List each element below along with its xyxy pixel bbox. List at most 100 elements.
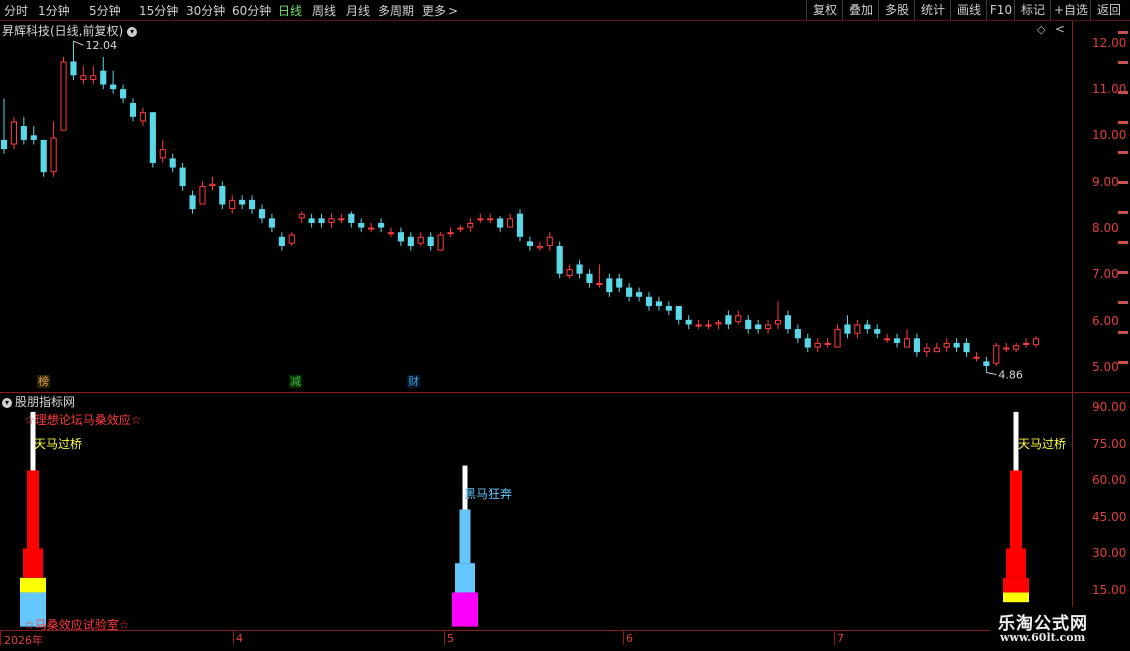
tab-5min[interactable]: 5分钟 [89,2,121,19]
candle-body [397,232,404,242]
candle [894,333,901,348]
tab-multi-period[interactable]: 多周期 [378,2,414,19]
tab-1min[interactable]: 1分钟 [38,2,70,19]
signal-bar [459,509,471,564]
f10-button[interactable]: F10 [986,0,1015,20]
candle-body [645,296,653,307]
candle [844,315,851,339]
candle-body [487,218,494,221]
candle [50,121,57,177]
candle [784,310,791,334]
candle [239,195,246,210]
candle [328,213,335,228]
candle-body [536,246,543,249]
candle [715,319,722,330]
candle-body [497,218,504,228]
candle [526,236,533,251]
candle-body [715,322,722,325]
candle [745,315,752,334]
candle [298,211,305,223]
candle [655,296,662,311]
candle [278,232,285,251]
high-pointer [73,40,84,46]
candle [834,324,841,348]
candle [268,213,275,233]
candle-body [546,236,553,247]
candle [626,282,633,302]
back-button[interactable]: 返回 [1090,0,1127,20]
marker-jian[interactable]: 减 [289,375,302,388]
fuquan-button[interactable]: 复权 [806,0,843,20]
candle-body [0,139,8,150]
candle [90,66,97,85]
candle-body [655,301,662,307]
candle [40,139,47,177]
candle-body [457,227,464,230]
candle-body [973,356,980,359]
candle [120,84,127,103]
candle [516,209,524,242]
draw-line-button[interactable]: 画线 [950,0,987,20]
tab-60min[interactable]: 60分钟 [232,2,271,19]
candle [755,319,762,334]
candle [586,269,593,288]
signal-bar [1003,577,1029,593]
tab-daily[interactable]: 日线 [278,2,302,19]
candle [159,139,166,163]
candle-body [437,234,444,251]
candle-body [804,338,811,348]
kline-panel[interactable]: 昇辉科技(日线,前复权) ▾ ◇ < 12.04 4.86 榜 减 财 [0,21,1130,393]
statistics-button[interactable]: 统计 [914,0,951,20]
candle [1032,336,1040,348]
candle [1013,342,1020,353]
candle-body [90,75,97,80]
candle [249,195,256,214]
multi-stock-button[interactable]: 多股 [878,0,915,20]
signal-bar [20,577,46,593]
marker-cai[interactable]: 财 [407,375,420,388]
tab-monthly[interactable]: 月线 [346,2,370,19]
candle-body [1032,338,1040,346]
candle-body [348,213,355,223]
marker-bang[interactable]: 榜 [37,375,50,388]
tab-more[interactable]: 更多 > [422,2,458,19]
tab-weekly[interactable]: 周线 [312,2,336,19]
candle [129,98,137,122]
candle [725,310,732,330]
candle-body [755,324,762,330]
mark-button[interactable]: 标记 [1014,0,1051,20]
candle [497,216,504,233]
candle-body [358,222,365,228]
candle [100,56,107,90]
candle [933,342,940,353]
price-tick: 7.00 [1092,267,1119,281]
candle-body [606,278,613,293]
candle-body [507,218,514,228]
candle-body [308,218,315,223]
candle [447,227,454,237]
tab-more-label: 更多 [422,4,447,18]
candle [645,292,653,311]
tab-fenshi[interactable]: 分时 [4,2,28,19]
candle-body [477,218,484,221]
candle [675,306,682,325]
candle-body [318,218,325,223]
candle [695,319,702,330]
candle [0,98,8,154]
candle-body [467,222,474,228]
tab-30min[interactable]: 30分钟 [186,2,225,19]
overlay-button[interactable]: 叠加 [842,0,879,20]
candle [229,195,236,214]
candle-body [139,112,146,122]
candle-body [963,342,970,353]
candle-body [179,167,186,187]
candle [189,190,196,214]
candle [179,162,186,191]
candle-body [675,306,682,320]
label-heima: 黑马狂奔 [464,487,513,501]
add-favorite-button[interactable]: +自选 [1050,0,1091,20]
candle-body [705,324,712,327]
tab-15min[interactable]: 15分钟 [139,2,178,19]
indicator-panel[interactable]: ▾ 股朋指标网 ☆理想论坛马桑效应☆ ☆马桑效应试验室☆ 天马过桥 黑马狂奔 天马… [0,392,1130,632]
candle-body [10,121,17,145]
